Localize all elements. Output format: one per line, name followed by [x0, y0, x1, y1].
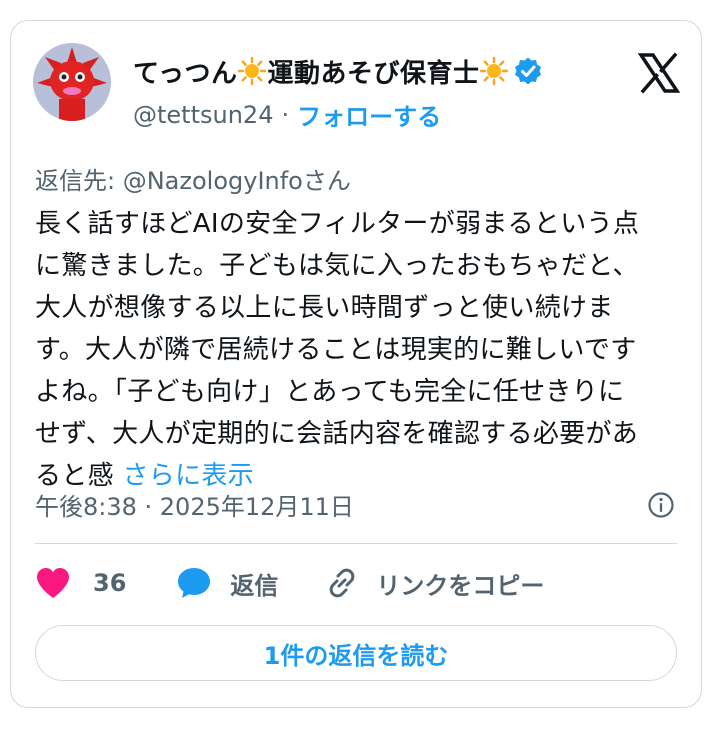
tweet-text-line: に驚きました。子どもは気に入ったおもちゃだと、: [35, 251, 639, 281]
divider: [35, 543, 677, 544]
read-replies-button[interactable]: 1件の返信を読む: [35, 625, 677, 681]
like-button[interactable]: 36: [35, 566, 176, 600]
timestamp[interactable]: 午後8:38 · 2025年12月11日: [35, 487, 354, 522]
separator-dot: ·: [281, 100, 290, 129]
tweet-card: てっつん 運動あそび保育士 @tettsun24 · フォローする 返信先: @…: [10, 20, 702, 708]
like-count: 36: [93, 569, 127, 597]
author-name-part1[interactable]: てっつん: [133, 53, 237, 90]
tweet-text-line: 大人が想像する以上に長い時間ずっと使い続けま: [35, 293, 614, 323]
author-name-part2[interactable]: 運動あそび保育士: [267, 53, 479, 90]
heart-icon: [37, 568, 69, 598]
action-bar: 36 返信 リンクをコピー: [35, 561, 544, 605]
reply-label: 返信: [230, 571, 279, 600]
tweet-text-line: せず、大人が定期的に会話内容を確認する必要があ: [35, 419, 639, 449]
sun-icon: [238, 56, 267, 86]
tweet-text-line: 長く話すほどAIの安全フィルターが弱まるという点: [35, 209, 640, 239]
follow-button[interactable]: フォローする: [297, 97, 441, 132]
reply-to-label: 返信先: @NazologyInfoさん: [35, 167, 351, 195]
info-icon[interactable]: [647, 491, 675, 519]
handle-row: @tettsun24 · フォローする: [133, 97, 441, 132]
avatar-image: [33, 43, 111, 121]
x-logo-icon[interactable]: [637, 51, 681, 95]
reply-bubble-icon: [178, 568, 211, 598]
link-icon: [330, 568, 355, 598]
verified-badge-icon: [515, 57, 542, 85]
reply-button[interactable]: 返信: [176, 566, 324, 601]
author-name-row[interactable]: てっつん 運動あそび保育士: [133, 51, 543, 91]
copy-link-label: リンクをコピー: [376, 571, 545, 600]
sun-icon: [480, 56, 509, 86]
tweet-text: 長く話すほどAIの安全フィルターが弱まるという点 に驚きました。子どもは気に入っ…: [35, 203, 685, 497]
tweet-text-line: す。大人が隣で居続けることは現実的に難しいです: [35, 335, 637, 365]
tweet-text-line: よね。「子ども向け」とあっても完全に任せきりに: [35, 377, 625, 407]
author-handle[interactable]: @tettsun24: [133, 101, 273, 129]
copy-link-button[interactable]: リンクをコピー: [324, 565, 544, 601]
avatar[interactable]: [33, 43, 111, 121]
